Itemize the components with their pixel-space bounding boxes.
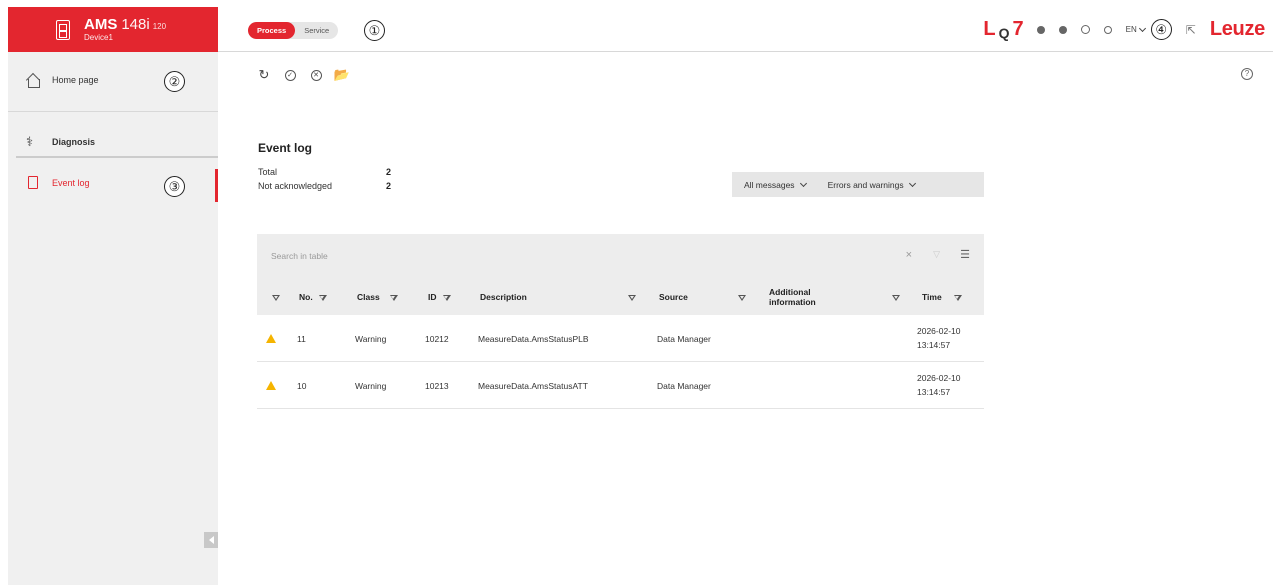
cell-source: Data Manager bbox=[657, 380, 711, 391]
callout-3: ③ bbox=[164, 176, 185, 197]
cell-description: MeasureData.AmsStatusPLB bbox=[478, 333, 589, 344]
chevron-left-icon bbox=[208, 536, 214, 544]
column-filter-icon[interactable] bbox=[272, 280, 280, 315]
table-search: Search in table × ▽ ☰ bbox=[257, 234, 984, 280]
language-select[interactable]: EN bbox=[1126, 24, 1146, 34]
notification-icon[interactable] bbox=[1058, 25, 1067, 34]
filter-icon[interactable] bbox=[628, 294, 636, 301]
mode-service-button[interactable]: Service bbox=[295, 22, 338, 39]
sidebar-section-label: Diagnosis bbox=[52, 137, 96, 147]
filter-bar: All messages Errors and warnings bbox=[732, 172, 984, 197]
filter-icon[interactable] bbox=[953, 294, 962, 301]
column-time[interactable]: Time bbox=[922, 280, 962, 315]
export-icon[interactable]: 📂 bbox=[333, 66, 351, 84]
status-icon[interactable] bbox=[1036, 25, 1045, 34]
callout-2: ② bbox=[164, 71, 185, 92]
sidebar-home-label: Home page bbox=[52, 75, 99, 85]
help-icon[interactable]: ? bbox=[1241, 68, 1253, 80]
delete-icon[interactable]: ✕ bbox=[307, 66, 325, 84]
cell-id: 10213 bbox=[425, 380, 449, 391]
device-brand-header: AMS 148i 120 Device1 bbox=[8, 7, 218, 52]
stat-unack-label: Not acknowledged bbox=[258, 181, 333, 191]
callout-4: ④ bbox=[1150, 19, 1172, 40]
user-icon[interactable] bbox=[1080, 25, 1090, 34]
top-bar: Process Service ① LQ7 EN ④ ⇱ Leuze bbox=[218, 7, 1273, 52]
column-additional[interactable]: Additional information bbox=[769, 280, 841, 315]
stat-unack-value: 2 bbox=[386, 181, 392, 191]
stat-total-value: 2 bbox=[386, 167, 392, 177]
sidebar-section-diagnosis[interactable]: ⚕ Diagnosis bbox=[26, 134, 95, 150]
cell-id: 10212 bbox=[425, 333, 449, 344]
acknowledge-icon[interactable]: ✓ bbox=[281, 66, 299, 84]
cell-time: 2026-02-10 13:14:57 bbox=[917, 325, 961, 350]
table-header: No. Class ID Description Source Addition… bbox=[257, 280, 984, 315]
sidebar-item-home[interactable]: Home page ② bbox=[8, 52, 218, 112]
language-chevron-icon bbox=[1138, 24, 1146, 32]
warning-icon bbox=[266, 334, 276, 343]
product-variant: 120 bbox=[152, 22, 167, 31]
column-id[interactable]: ID bbox=[428, 280, 451, 315]
refresh-icon[interactable]: ↻ bbox=[255, 66, 273, 84]
product-name: AMS bbox=[84, 16, 118, 33]
filter-icon[interactable]: ▽ bbox=[933, 249, 940, 260]
column-description-filter[interactable] bbox=[628, 280, 636, 315]
column-description[interactable]: Description bbox=[480, 280, 527, 315]
table-row[interactable]: 10 Warning 10213 MeasureData.AmsStatusAT… bbox=[257, 362, 984, 409]
lq-search-icon[interactable]: LQ7 bbox=[983, 18, 1023, 41]
document-icon bbox=[28, 176, 38, 189]
device-name: Device1 bbox=[84, 33, 113, 42]
column-source-filter[interactable] bbox=[738, 280, 746, 315]
messages-filter-select[interactable]: All messages bbox=[744, 179, 807, 190]
cell-source: Data Manager bbox=[657, 333, 711, 344]
severity-filter-select[interactable]: Errors and warnings bbox=[828, 179, 916, 190]
clear-search-icon[interactable]: × bbox=[906, 249, 912, 261]
sidebar: Home page ② ⚕ Diagnosis Event log ③ bbox=[8, 52, 218, 585]
cell-class: Warning bbox=[355, 380, 387, 391]
collapse-sidebar-button[interactable] bbox=[204, 532, 218, 548]
chevron-down-icon bbox=[908, 179, 916, 187]
column-settings-icon[interactable]: ☰ bbox=[960, 248, 970, 261]
filter-icon[interactable] bbox=[738, 294, 746, 301]
filter-icon[interactable] bbox=[318, 294, 327, 301]
home-icon bbox=[26, 74, 40, 88]
column-additional-filter[interactable] bbox=[892, 280, 900, 315]
cell-no: 11 bbox=[297, 333, 306, 344]
search-input[interactable]: Search in table bbox=[271, 251, 328, 261]
device-icon bbox=[56, 19, 70, 40]
warning-icon bbox=[266, 381, 276, 390]
chevron-down-icon bbox=[799, 179, 807, 187]
filter-icon[interactable] bbox=[892, 294, 900, 301]
column-no[interactable]: No. bbox=[299, 280, 327, 315]
column-class[interactable]: Class bbox=[357, 280, 398, 315]
event-table: Search in table × ▽ ☰ No. Class ID Descr… bbox=[257, 234, 984, 409]
section-divider bbox=[16, 156, 218, 158]
active-indicator bbox=[215, 169, 218, 202]
product-model: 148i bbox=[121, 16, 150, 33]
mode-switch[interactable]: Process Service bbox=[248, 22, 339, 39]
column-source[interactable]: Source bbox=[659, 280, 688, 315]
cell-time: 2026-02-10 13:14:57 bbox=[917, 372, 961, 397]
filter-icon[interactable] bbox=[389, 294, 398, 301]
mode-process-button[interactable]: Process bbox=[248, 22, 296, 39]
sidebar-item-event-log[interactable]: Event log bbox=[28, 176, 90, 189]
header-actions: LQ7 EN ④ ⇱ Leuze bbox=[983, 7, 1265, 52]
page-title: Event log bbox=[258, 141, 313, 155]
table-row[interactable]: 11 Warning 10212 MeasureData.AmsStatusPL… bbox=[257, 315, 984, 362]
callout-1: ① bbox=[364, 20, 385, 41]
stethoscope-icon: ⚕ bbox=[26, 134, 34, 149]
filter-icon[interactable] bbox=[442, 294, 451, 301]
cursor-icon: ⇱ bbox=[1185, 22, 1196, 37]
event-toolbar: ↻ ✓ ✕ 📂 bbox=[255, 66, 351, 84]
leuze-logo: Leuze bbox=[1209, 18, 1265, 40]
cell-no: 10 bbox=[297, 380, 307, 391]
cell-class: Warning bbox=[355, 333, 387, 344]
cell-description: MeasureData.AmsStatusATT bbox=[478, 380, 588, 391]
sidebar-item-label: Event log bbox=[52, 177, 90, 188]
stat-total-label: Total bbox=[258, 167, 278, 177]
settings-icon[interactable] bbox=[1103, 25, 1112, 34]
